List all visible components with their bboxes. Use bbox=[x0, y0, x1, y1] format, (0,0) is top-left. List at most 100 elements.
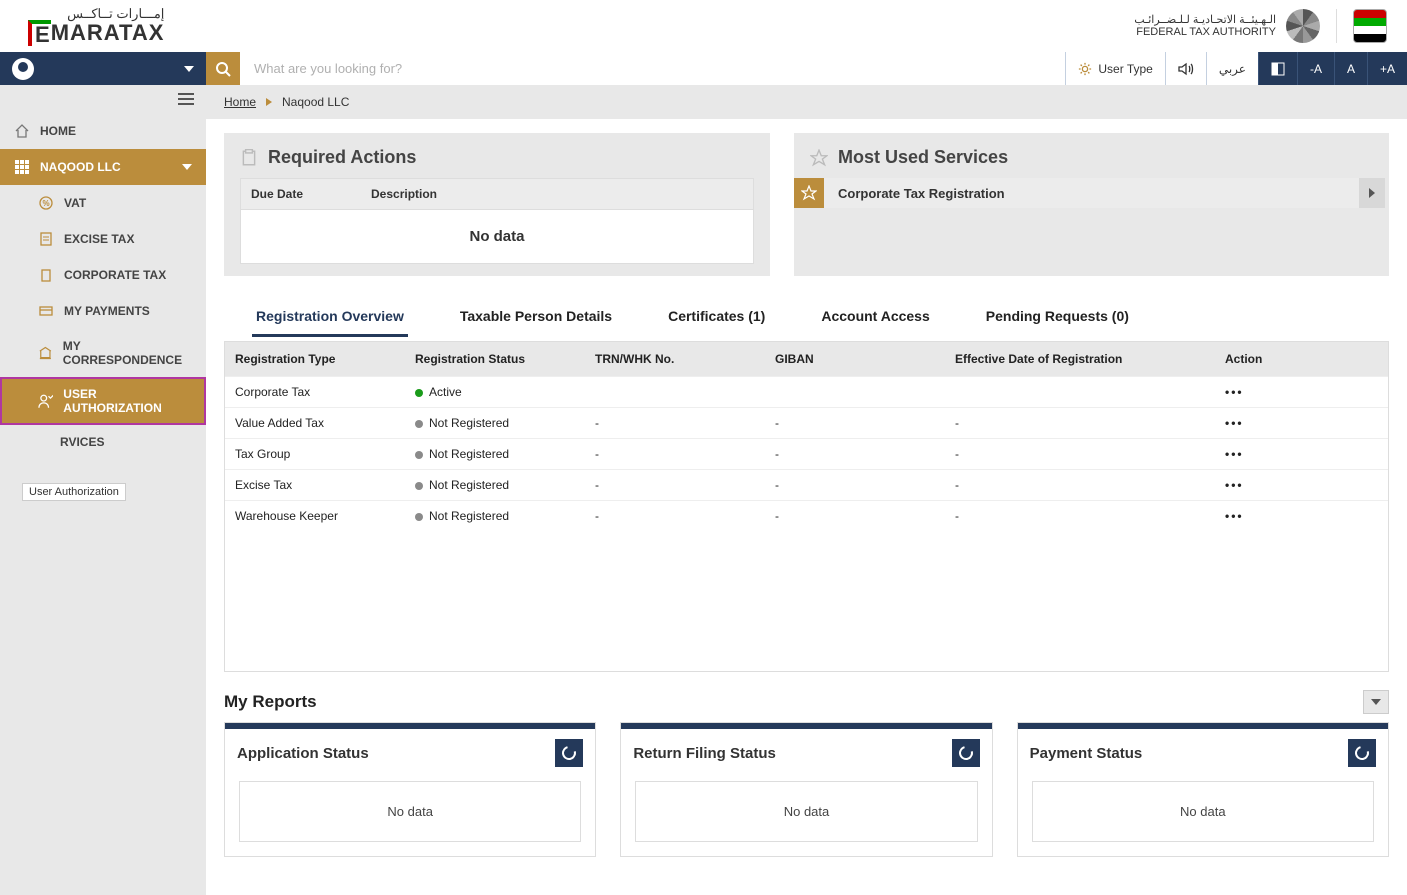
refresh-icon bbox=[1352, 743, 1371, 762]
table-row: Excise TaxNot Registered---••• bbox=[225, 469, 1388, 500]
action-menu[interactable]: ••• bbox=[1215, 470, 1335, 500]
status-dot-icon bbox=[415, 420, 423, 428]
refresh-button[interactable] bbox=[952, 739, 980, 767]
tab-account-access[interactable]: Account Access bbox=[817, 298, 933, 337]
user-menu[interactable] bbox=[0, 52, 206, 85]
status-dot-icon bbox=[415, 451, 423, 459]
tooltip: User Authorization bbox=[22, 483, 126, 501]
col-due-date: Due Date bbox=[241, 179, 361, 209]
bank-icon bbox=[38, 345, 53, 361]
sidebar-item-user-auth[interactable]: USER AUTHORIZATION bbox=[0, 377, 206, 425]
collapse-button[interactable] bbox=[1363, 690, 1389, 714]
chevron-down-icon bbox=[1371, 699, 1381, 705]
building-icon bbox=[38, 267, 54, 283]
required-actions-title: Required Actions bbox=[224, 133, 770, 178]
registration-table: Registration Type Registration Status TR… bbox=[224, 341, 1389, 672]
logo-e-icon: E bbox=[28, 20, 51, 46]
cell-type: Excise Tax bbox=[225, 470, 405, 500]
search-button[interactable] bbox=[206, 52, 240, 85]
report-body: No data bbox=[239, 781, 581, 842]
grid-icon bbox=[14, 159, 30, 175]
sidebar-item-home[interactable]: HOME bbox=[0, 113, 206, 149]
cell-giban: - bbox=[765, 408, 945, 438]
cell-trn: - bbox=[585, 470, 765, 500]
money-icon: % bbox=[38, 195, 54, 211]
action-menu[interactable]: ••• bbox=[1215, 439, 1335, 469]
chevron-right-icon bbox=[1369, 188, 1375, 198]
user-type-button[interactable]: User Type bbox=[1065, 52, 1164, 85]
service-arrow[interactable] bbox=[1359, 178, 1385, 208]
panels-row: Required Actions Due Date Description No… bbox=[206, 119, 1407, 276]
action-menu[interactable]: ••• bbox=[1215, 501, 1335, 531]
search-input[interactable] bbox=[240, 52, 1065, 85]
report-card-return: Return Filing Status No data bbox=[620, 722, 992, 857]
tab-registration-overview[interactable]: Registration Overview bbox=[252, 298, 408, 337]
action-menu[interactable]: ••• bbox=[1215, 408, 1335, 438]
nav-right: User Type عربي -A A +A bbox=[1065, 52, 1407, 85]
search-icon bbox=[215, 61, 231, 77]
sound-button[interactable] bbox=[1165, 52, 1206, 85]
nav-bar: User Type عربي -A A +A bbox=[0, 52, 1407, 85]
report-body: No data bbox=[1032, 781, 1374, 842]
status-dot-icon bbox=[415, 389, 423, 397]
home-icon bbox=[14, 123, 30, 139]
sidebar-item-services[interactable]: RVICES bbox=[0, 425, 206, 459]
tab-taxable-person[interactable]: Taxable Person Details bbox=[456, 298, 616, 337]
sidebar-item-correspondence[interactable]: MY CORRESPONDENCE bbox=[0, 329, 206, 377]
font-reset-button[interactable]: A bbox=[1334, 52, 1367, 85]
font-decrease-button[interactable]: -A bbox=[1297, 52, 1334, 85]
cell-trn: - bbox=[585, 439, 765, 469]
required-actions-panel: Required Actions Due Date Description No… bbox=[224, 133, 770, 276]
cell-giban: - bbox=[765, 470, 945, 500]
sidebar-item-corporate[interactable]: CORPORATE TAX bbox=[0, 257, 206, 293]
font-increase-button[interactable]: +A bbox=[1367, 52, 1407, 85]
cell-status: Active bbox=[405, 377, 585, 407]
sidebar-item-payments[interactable]: MY PAYMENTS bbox=[0, 293, 206, 329]
refresh-icon bbox=[560, 743, 579, 762]
cell-giban: - bbox=[765, 501, 945, 531]
fta-logo-icon bbox=[1286, 9, 1320, 43]
col-giban: GIBAN bbox=[765, 342, 945, 376]
tabs: Registration Overview Taxable Person Det… bbox=[224, 298, 1389, 337]
service-item[interactable]: Corporate Tax Registration bbox=[794, 178, 1385, 208]
cell-eff: - bbox=[945, 408, 1215, 438]
sidebar: HOME NAQOOD LLC % VAT EXCISE TAX CORPORA… bbox=[0, 85, 206, 895]
cell-trn: - bbox=[585, 501, 765, 531]
hamburger-icon bbox=[178, 93, 194, 105]
cell-status: Not Registered bbox=[405, 470, 585, 500]
table-header: Registration Type Registration Status TR… bbox=[225, 342, 1388, 376]
card-icon bbox=[38, 303, 54, 319]
chevron-down-icon bbox=[184, 66, 194, 72]
header-top: إمـــارات تــاكــس EMARATAX الـهـيئــة ا… bbox=[0, 0, 1407, 52]
cell-eff bbox=[945, 377, 1215, 407]
cell-trn: - bbox=[585, 408, 765, 438]
logo-arabic: إمـــارات تــاكــس bbox=[28, 7, 164, 20]
cell-type: Corporate Tax bbox=[225, 377, 405, 407]
col-trn: TRN/WHK No. bbox=[585, 342, 765, 376]
user-icon bbox=[12, 58, 34, 80]
breadcrumb-home[interactable]: Home bbox=[224, 95, 256, 109]
cell-trn bbox=[585, 377, 765, 407]
status-dot-icon bbox=[415, 482, 423, 490]
tab-pending-requests[interactable]: Pending Requests (0) bbox=[982, 298, 1133, 337]
refresh-button[interactable] bbox=[1348, 739, 1376, 767]
main: Home Naqood LLC Required Actions Due Dat… bbox=[206, 85, 1407, 895]
sidebar-toggle[interactable] bbox=[0, 85, 206, 113]
most-used-title: Most Used Services bbox=[794, 133, 1389, 178]
svg-text:%: % bbox=[42, 199, 49, 208]
tab-certificates[interactable]: Certificates (1) bbox=[664, 298, 769, 337]
action-menu[interactable]: ••• bbox=[1215, 377, 1335, 407]
status-dot-icon bbox=[415, 513, 423, 521]
cell-type: Tax Group bbox=[225, 439, 405, 469]
sidebar-item-vat[interactable]: % VAT bbox=[0, 185, 206, 221]
report-card-application: Application Status No data bbox=[224, 722, 596, 857]
sidebar-item-company[interactable]: NAQOOD LLC bbox=[0, 149, 206, 185]
contrast-button[interactable] bbox=[1258, 52, 1297, 85]
table-row: Corporate TaxActive ••• bbox=[225, 376, 1388, 407]
language-button[interactable]: عربي bbox=[1206, 52, 1258, 85]
sidebar-item-excise[interactable]: EXCISE TAX bbox=[0, 221, 206, 257]
logo: إمـــارات تــاكــس EMARATAX bbox=[28, 7, 164, 46]
refresh-button[interactable] bbox=[555, 739, 583, 767]
table-spacer bbox=[225, 531, 1388, 671]
star-box bbox=[794, 178, 824, 208]
